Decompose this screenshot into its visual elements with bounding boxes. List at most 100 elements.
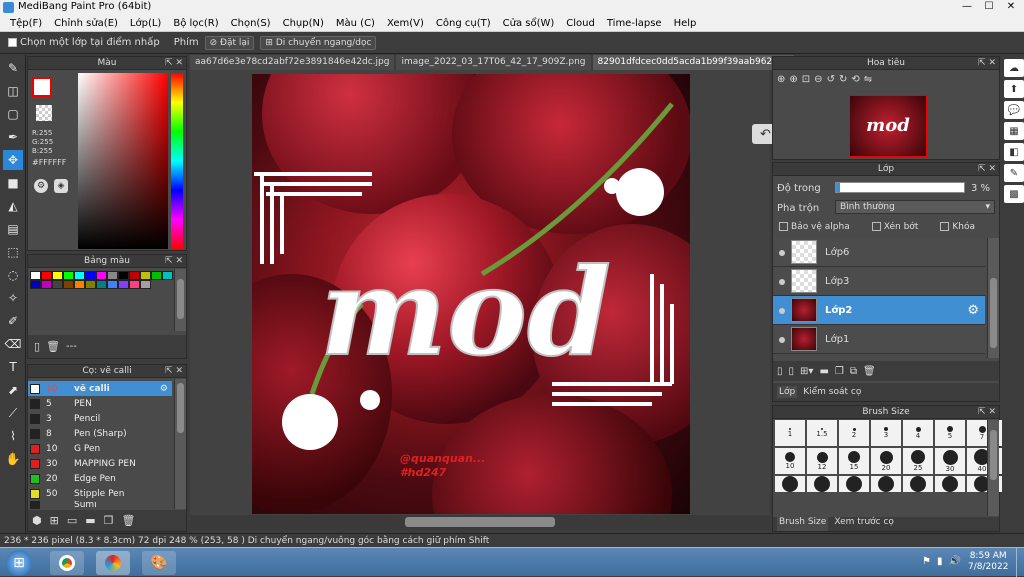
zoom-in-icon[interactable]: ⊕	[777, 74, 785, 85]
move-direction-button[interactable]: ⊞ Di chuyển ngang/dọc	[260, 35, 377, 50]
menu-timelapse[interactable]: Time-lapse	[601, 18, 668, 29]
palette-swatch[interactable]	[74, 280, 85, 289]
select-layer-checkbox[interactable]	[8, 37, 17, 47]
operation-tool-icon[interactable]: ⬈	[3, 380, 23, 400]
add-brush-icon[interactable]: ⊞	[50, 514, 59, 527]
menu-edit[interactable]: Chỉnh sửa(E)	[48, 18, 124, 29]
brush-item[interactable]: 50 Stipple Pen	[28, 486, 172, 501]
palette-swatch[interactable]	[140, 280, 151, 289]
magic-wand-tool-icon[interactable]: ✧	[3, 288, 23, 308]
panel-expand-icon[interactable]: ⇱ ✕	[978, 406, 996, 419]
folder-icon[interactable]: ▬	[85, 514, 95, 527]
brush-size-scrollbar[interactable]	[987, 420, 999, 516]
palette-swatch[interactable]	[85, 271, 96, 280]
bucket-tool-icon[interactable]: ◭	[3, 196, 23, 216]
menu-cloud[interactable]: Cloud	[560, 18, 601, 29]
panel-expand-icon[interactable]: ⇱ ✕	[165, 365, 183, 378]
palette-swatch[interactable]	[41, 271, 52, 280]
hue-slider[interactable]	[171, 73, 183, 249]
clip-option[interactable]: Xén bớt	[871, 222, 918, 232]
palette-swatch[interactable]	[63, 280, 74, 289]
panel-expand-icon[interactable]: ⇱ ✕	[165, 57, 183, 70]
brush-item[interactable]: 20 Edge Pen	[28, 471, 172, 486]
close-button[interactable]: ✕	[1000, 0, 1022, 15]
rotate-left-icon[interactable]: ↺	[827, 74, 835, 85]
background-color-swatch[interactable]	[36, 105, 52, 121]
brush-item[interactable]: 30 MAPPING PEN	[28, 456, 172, 471]
upload-icon[interactable]: ⬆	[1004, 80, 1024, 98]
menu-tools[interactable]: Công cụ(T)	[430, 18, 497, 29]
visibility-icon[interactable]	[779, 250, 785, 256]
color-settings-icon[interactable]: ◈	[54, 179, 68, 193]
delete-palette-icon[interactable]: 🗑	[46, 340, 60, 353]
palette-swatch[interactable]	[52, 280, 63, 289]
copy-brush-icon[interactable]: ▭	[67, 514, 77, 527]
brush-size-cell[interactable]	[871, 476, 901, 492]
zoom-out-icon[interactable]: ⊖	[814, 74, 822, 85]
menu-view[interactable]: Xem(V)	[381, 18, 430, 29]
opacity-slider[interactable]	[835, 182, 965, 193]
new-layer-icon[interactable]: ▯	[777, 366, 783, 377]
brush-item[interactable]: 10 vẽ calli ⚙	[28, 381, 172, 396]
layer-folder-icon[interactable]: ▬	[819, 366, 828, 377]
pen-tool-icon[interactable]: ✒	[3, 127, 23, 147]
color-saturation-picker[interactable]	[78, 73, 168, 249]
palette-swatch[interactable]	[118, 280, 129, 289]
divide-tool-icon[interactable]: ⟋	[3, 403, 23, 423]
brush-size-cell[interactable]	[775, 476, 805, 492]
menu-help[interactable]: Help	[668, 18, 703, 29]
show-desktop-button[interactable]	[1016, 548, 1024, 577]
tab-document-2[interactable]: image_2022_03_17T06_42_17_909Z.png	[396, 55, 591, 70]
duplicate-icon[interactable]: ❐	[104, 514, 114, 527]
tab-brush-size[interactable]: Brush Size	[777, 517, 829, 531]
fill-rect-tool-icon[interactable]: ■	[3, 173, 23, 193]
visibility-icon[interactable]	[779, 337, 785, 343]
tab-layer[interactable]: Lớp	[777, 386, 798, 398]
grid-icon[interactable]: ▩	[1004, 185, 1024, 203]
menu-select[interactable]: Chọn(S)	[225, 18, 277, 29]
brush-size-cell[interactable]	[903, 476, 933, 492]
menu-file[interactable]: Tệp(F)	[4, 18, 48, 29]
lock-option[interactable]: Khóa	[940, 222, 975, 232]
select-lasso-tool-icon[interactable]: ◌	[3, 265, 23, 285]
brush-size-cell[interactable]	[935, 476, 965, 492]
palette-swatch[interactable]	[63, 271, 74, 280]
select-eraser-tool-icon[interactable]: ⌫	[3, 334, 23, 354]
medibang-taskbar-icon[interactable]	[96, 551, 130, 575]
brush-scrollbar[interactable]	[174, 379, 186, 509]
flag-icon[interactable]: ⚑	[922, 556, 931, 567]
palette-swatch[interactable]	[85, 280, 96, 289]
brush-size-cell[interactable]: 30	[935, 448, 965, 474]
palette-scrollbar[interactable]	[174, 269, 186, 331]
panel-expand-icon[interactable]: ⇱ ✕	[165, 255, 183, 268]
maximize-button[interactable]: ☐	[978, 0, 1000, 15]
brush-size-cell[interactable]	[807, 476, 837, 492]
palette-swatch[interactable]	[96, 271, 107, 280]
merge-layer-icon[interactable]: ⧉	[850, 366, 857, 377]
brush-size-cell[interactable]: 1	[775, 420, 805, 446]
color-wheel-icon[interactable]: ⚙	[34, 179, 48, 193]
network-icon[interactable]: ▮	[937, 556, 943, 567]
canvas-artwork[interactable]: mod @quanquan... #hd247	[252, 74, 690, 514]
foreground-color-swatch[interactable]	[32, 77, 52, 97]
chrome-taskbar-icon[interactable]	[50, 551, 84, 575]
palette-swatch[interactable]	[129, 280, 140, 289]
brush-item[interactable]: 3 Pencil	[28, 411, 172, 426]
menu-snap[interactable]: Chụp(N)	[277, 18, 330, 29]
delete-brush-icon[interactable]: 🗑	[122, 514, 136, 527]
tab-brush-preview[interactable]: Xem trước cọ	[834, 517, 894, 531]
layer-item[interactable]: Lớp2 ⚙	[773, 296, 985, 325]
paint-taskbar-icon[interactable]: 🎨	[142, 551, 176, 575]
cloud-icon[interactable]: ☁	[1004, 59, 1024, 77]
brush-size-cell[interactable]	[839, 476, 869, 492]
menu-color[interactable]: Màu (C)	[330, 18, 381, 29]
brush-size-cell[interactable]: 20	[871, 448, 901, 474]
layer-item[interactable]: Lớp6	[773, 238, 985, 267]
tab-document-1[interactable]: aa67d6e3e78cd2abf72e3891846e42dc.jpg	[190, 55, 395, 70]
select-rect-tool-icon[interactable]: ⬚	[3, 242, 23, 262]
brush-size-cell[interactable]: 12	[807, 448, 837, 474]
fit-icon[interactable]: ⊡	[802, 74, 810, 85]
sample-icon[interactable]: ◧	[1004, 143, 1024, 161]
minimize-button[interactable]: —	[956, 0, 978, 15]
brush-item[interactable]: 5 PEN	[28, 396, 172, 411]
